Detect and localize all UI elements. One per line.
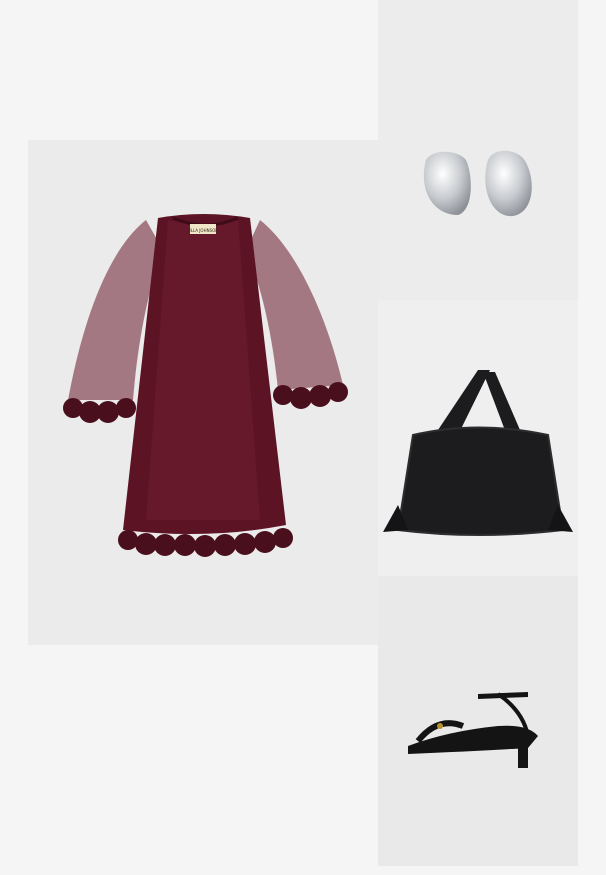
sandal-image [408,692,538,768]
left-earring [423,151,471,215]
right-earring [485,150,532,217]
dress-image: ULLA JOHNSON [63,214,348,557]
sandal-product-tile[interactable] [378,576,578,866]
dress-product-tile[interactable]: ULLA JOHNSON [28,140,378,645]
earrings-product-tile[interactable] [378,0,578,300]
bag-image [383,370,573,536]
bag-product-tile[interactable] [378,300,578,576]
earrings-image [423,150,532,217]
dress-brand-label-text: ULLA JOHNSON [188,228,219,233]
